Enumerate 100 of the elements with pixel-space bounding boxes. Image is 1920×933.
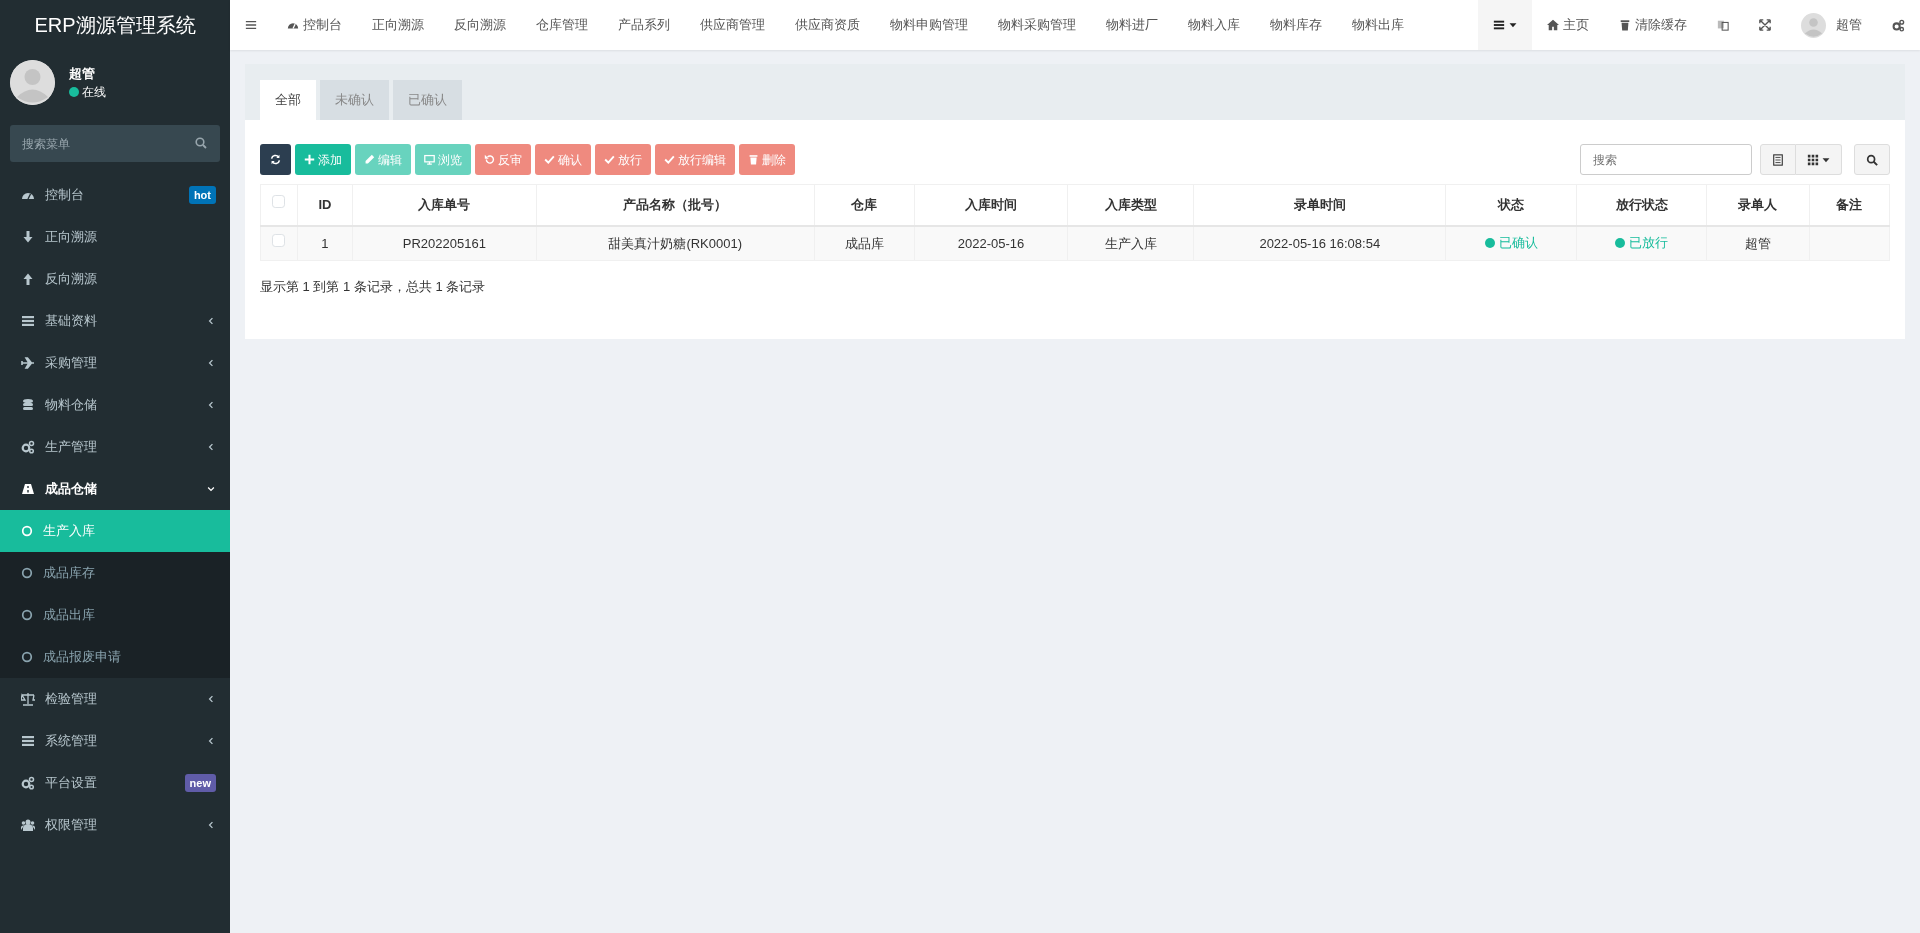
menu-badge: hot — [188, 185, 216, 205]
sidebar-item[interactable]: 反向溯源 — [0, 258, 230, 300]
nav-link[interactable]: 物料采购管理 — [983, 0, 1091, 50]
column-header: 状态 — [1498, 197, 1525, 212]
gears-icon — [1892, 18, 1905, 32]
column-header: 入库类型 — [1104, 197, 1157, 212]
table-cell: 成品库 — [844, 235, 884, 251]
sidebar-item[interactable]: 检验管理 — [0, 678, 230, 720]
pencil-icon — [364, 154, 375, 165]
sidebar-item[interactable]: 生产管理 — [0, 426, 230, 468]
fullscreen-icon — [1759, 19, 1771, 31]
nav-link[interactable]: 物料进厂 — [1091, 0, 1173, 50]
search-field[interactable]: 搜索 — [1580, 144, 1752, 175]
nav-link[interactable]: 物料入库 — [1173, 0, 1255, 50]
nav-link[interactable]: 控制台 — [272, 0, 357, 50]
table-cell: 生产入库 — [1104, 235, 1157, 251]
circle-icon — [21, 609, 33, 621]
nav-link[interactable]: 反向溯源 — [439, 0, 521, 50]
tab[interactable]: 全部 — [260, 80, 316, 120]
nav-link[interactable]: 仓库管理 — [521, 0, 603, 50]
sidebar-item[interactable]: 控制台 hot — [0, 174, 230, 216]
column-header: 产品名称（批号） — [623, 197, 728, 212]
nav-link[interactable]: 主页 — [1532, 0, 1604, 50]
gears-icon — [21, 776, 35, 790]
nav-link[interactable]: 供应商管理 — [685, 0, 780, 50]
list-icon — [1772, 153, 1784, 166]
user-menu[interactable]: 超管 — [1786, 0, 1877, 50]
nav-link[interactable]: 物料申购管理 — [875, 0, 983, 50]
nav-link[interactable]: 清除缓存 — [1604, 0, 1702, 50]
nav-link[interactable]: 产品系列 — [603, 0, 685, 50]
sidebar-item[interactable]: 正向溯源 — [0, 216, 230, 258]
columns-button[interactable] — [1796, 144, 1842, 175]
list-icon — [21, 314, 35, 328]
nav-link[interactable]: 供应商资质 — [780, 0, 875, 50]
undo-icon — [484, 154, 495, 165]
column-header: 录单人 — [1738, 197, 1778, 212]
road-icon — [21, 482, 35, 496]
translate-icon — [1717, 19, 1729, 31]
list-icon — [21, 734, 35, 748]
sidebar-item[interactable]: 系统管理 — [0, 720, 230, 762]
nav-link[interactable]: 物料库存 — [1255, 0, 1337, 50]
search-icon — [1866, 153, 1878, 166]
status-label: 已确认 — [1484, 233, 1538, 253]
sidebar-item[interactable]: 成品仓储 — [0, 468, 230, 510]
column-header: 录单时间 — [1293, 197, 1346, 212]
user-status: 在线 — [82, 84, 106, 102]
menu-badge: new — [184, 773, 216, 793]
home-icon — [1547, 19, 1559, 31]
trash-icon — [1619, 19, 1631, 31]
menu-dropdown[interactable] — [1478, 0, 1532, 50]
monitor-icon — [424, 154, 435, 165]
sidebar-item[interactable]: 权限管理 — [0, 804, 230, 846]
check-icon — [604, 154, 615, 165]
plane-icon — [21, 356, 35, 370]
submenu-item[interactable]: 成品出库 — [0, 594, 230, 636]
table-cell: 2022-05-16 — [957, 235, 1025, 251]
sidebar-item[interactable]: 基础资料 — [0, 300, 230, 342]
grid-icon — [1807, 153, 1819, 166]
row-checkbox[interactable] — [272, 233, 286, 247]
circle-icon — [21, 567, 33, 579]
avatar-icon — [10, 60, 55, 105]
menu-search-field[interactable]: 搜索菜单 — [10, 125, 220, 162]
balance-scale-icon — [21, 692, 35, 706]
select-all-checkbox[interactable] — [272, 195, 286, 208]
arrow-down-icon — [21, 230, 35, 244]
user-name: 超管 — [69, 64, 96, 83]
column-header: 放行状态 — [1615, 197, 1668, 212]
sidebar-item[interactable]: 物料仓储 — [0, 384, 230, 426]
toggle-view-button[interactable] — [1760, 144, 1796, 175]
caret-icon — [1509, 21, 1517, 29]
search-button[interactable] — [1854, 144, 1890, 175]
sidebar-item[interactable]: 平台设置 new — [0, 762, 230, 804]
circle-icon — [21, 525, 33, 537]
check-icon — [544, 154, 555, 165]
status-label: 已放行 — [1615, 233, 1669, 253]
database-icon — [21, 398, 35, 412]
refresh-icon — [270, 154, 281, 165]
column-header: 入库时间 — [965, 197, 1017, 212]
pagination-info: 显示第 1 到第 1 条记录，总共 1 条记录 — [260, 279, 486, 294]
users-icon — [21, 818, 35, 832]
menu-icon — [245, 19, 257, 31]
table-cell: 1 — [321, 235, 329, 251]
refresh-button[interactable] — [260, 144, 291, 175]
column-header: ID — [318, 197, 332, 212]
list-icon — [1493, 19, 1505, 31]
sidebar-item[interactable]: 采购管理 — [0, 342, 230, 384]
table-cell: 超管 — [1744, 235, 1771, 251]
submenu-item[interactable]: 成品报废申请 — [0, 636, 230, 678]
plus-icon — [304, 154, 315, 165]
app-title: ERP溯源管理系统 — [34, 13, 196, 38]
avatar-icon — [1801, 12, 1826, 38]
table-cell: 甜美真汁奶糖(RK0001) — [608, 235, 743, 251]
search-icon — [195, 137, 207, 149]
arrow-up-icon — [21, 272, 35, 286]
nav-link[interactable]: 物料出库 — [1337, 0, 1419, 50]
nav-link[interactable]: 正向溯源 — [357, 0, 439, 50]
submenu-item[interactable]: 成品库存 — [0, 552, 230, 594]
table-cell: 2022-05-16 16:08:54 — [1259, 235, 1381, 251]
column-header: 备注 — [1836, 197, 1863, 212]
column-header: 入库单号 — [418, 197, 471, 212]
